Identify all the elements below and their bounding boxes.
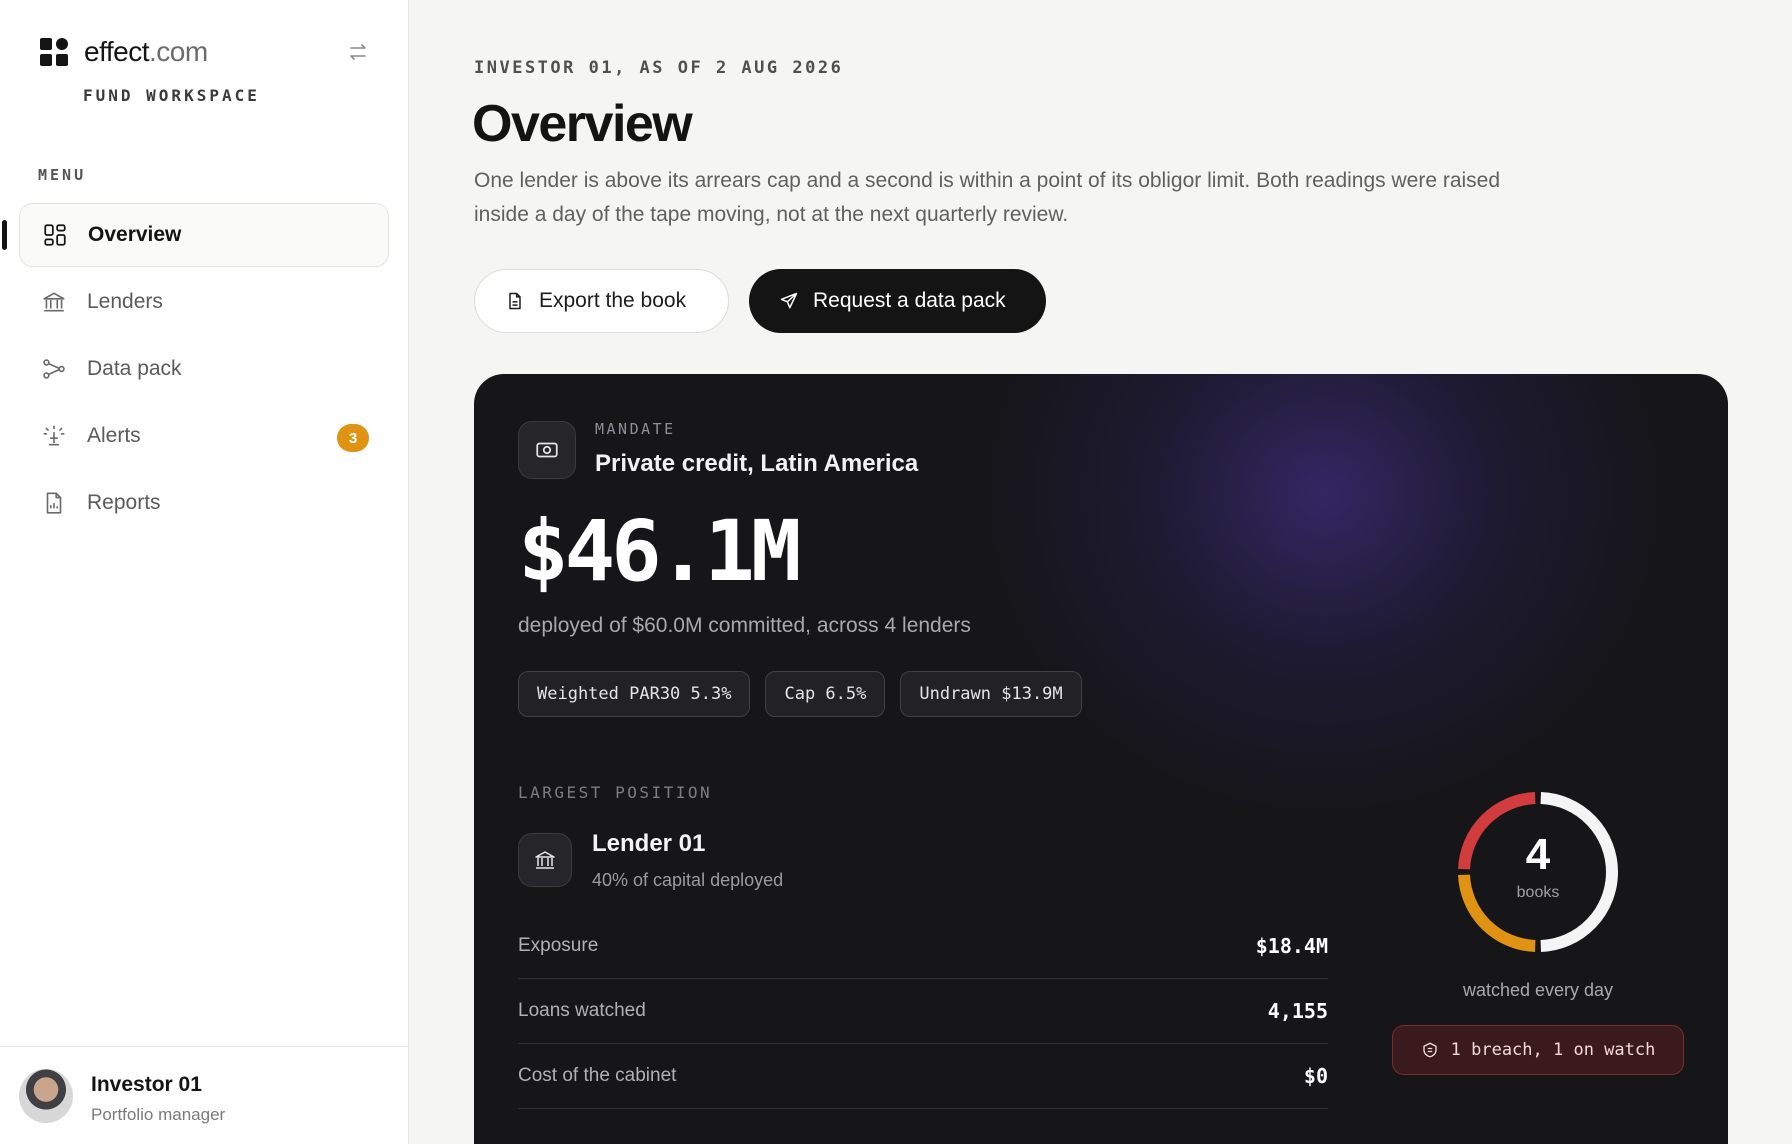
export-book-label: Export the book <box>539 289 687 312</box>
menu-label: MENU <box>38 166 87 184</box>
stat-label: Loans watched <box>518 1000 646 1021</box>
workspace-label: FUND WORKSPACE <box>83 86 260 105</box>
page-title: Overview <box>472 95 693 153</box>
send-icon <box>779 291 799 311</box>
mandate-label: MANDATE <box>595 420 676 438</box>
stat-row-loans-watched: Loans watched 4,155 <box>518 979 1328 1044</box>
request-data-pack-label: Request a data pack <box>813 289 1006 312</box>
chip-undrawn: Undrawn $13.9M <box>900 671 1082 717</box>
user-name: Investor 01 <box>91 1073 202 1096</box>
bank-icon <box>518 833 572 887</box>
grid-icon <box>42 222 68 248</box>
stat-value: 4,155 <box>1267 999 1328 1023</box>
lender-share: 40% of capital deployed <box>592 870 784 890</box>
stat-value: $18.4M <box>1255 934 1328 958</box>
stat-label: Cost of the cabinet <box>518 1065 677 1086</box>
user-profile[interactable]: Investor 01 Portfolio manager <box>0 1046 409 1144</box>
sidebar-item-reports[interactable]: Reports <box>19 471 389 535</box>
sidebar: effect.com FUND WORKSPACE MENU Overview … <box>0 0 409 1144</box>
sidebar-item-label: Lenders <box>87 290 163 313</box>
sidebar-item-overview[interactable]: Overview <box>2 203 389 267</box>
sidebar-item-label: Overview <box>88 223 182 246</box>
books-unit: books <box>1516 884 1560 901</box>
donut-caption: watched every day <box>1462 980 1614 1000</box>
card-glow <box>974 374 1674 824</box>
page-description: One lender is above its arrears cap and … <box>474 169 1501 226</box>
sidebar-item-label: Alerts <box>87 424 141 447</box>
export-book-button[interactable]: Export the book <box>474 269 729 333</box>
chip-weighted-par30: Weighted PAR30 5.3% <box>518 671 751 717</box>
cash-icon <box>518 421 576 479</box>
share-nodes-icon <box>41 356 67 382</box>
chip-cap: Cap 6.5% <box>765 671 886 717</box>
user-role: Portfolio manager <box>91 1105 226 1124</box>
alerts-count-badge: 3 <box>337 424 369 452</box>
position-stats: Exposure $18.4M Loans watched 4,155 Cost… <box>518 914 1328 1109</box>
brand-name: effect.com <box>84 36 208 68</box>
beacon-icon <box>41 423 67 449</box>
deployed-subtitle: deployed of $60.0M committed, across 4 l… <box>518 614 971 637</box>
lender-name[interactable]: Lender 01 <box>592 830 705 858</box>
sidebar-item-label: Reports <box>87 491 161 514</box>
shield-icon <box>1421 1041 1439 1059</box>
switch-workspace-icon[interactable] <box>346 40 370 64</box>
sidebar-item-label: Data pack <box>87 357 182 380</box>
report-file-icon <box>41 490 67 516</box>
bank-icon <box>41 289 67 315</box>
brand[interactable]: effect.com <box>40 36 208 68</box>
sidebar-item-lenders[interactable]: Lenders <box>19 270 389 334</box>
stat-value: $0 <box>1303 1064 1328 1088</box>
stat-label: Exposure <box>518 935 599 956</box>
avatar <box>19 1069 73 1123</box>
brand-logo-icon <box>40 38 68 66</box>
deployed-amount: $46.1M <box>518 502 801 600</box>
breach-watch-label: 1 breach, 1 on watch <box>1450 1040 1656 1060</box>
largest-position-label: LARGEST POSITION <box>518 783 713 802</box>
request-data-pack-button[interactable]: Request a data pack <box>749 269 1046 333</box>
sidebar-nav: Overview Lenders Data pack Alerts 3 Repo… <box>2 203 389 538</box>
breach-watch-pill[interactable]: 1 breach, 1 on watch <box>1392 1025 1684 1075</box>
stat-row-exposure: Exposure $18.4M <box>518 914 1328 979</box>
stat-row-cost: Cost of the cabinet $0 <box>518 1044 1328 1109</box>
document-icon <box>505 291 525 311</box>
brand-name-tld: .com <box>148 36 208 67</box>
sidebar-item-alerts[interactable]: Alerts 3 <box>19 404 389 468</box>
brand-name-main: effect <box>84 36 149 67</box>
books-count: 4 <box>1525 830 1551 879</box>
page-eyebrow: INVESTOR 01, AS OF 2 AUG 2026 <box>474 58 844 78</box>
metric-chips: Weighted PAR30 5.3% Cap 6.5% Undrawn $13… <box>518 671 1082 717</box>
sidebar-item-data-pack[interactable]: Data pack <box>19 337 389 401</box>
mandate-card: MANDATE Private credit, Latin America $4… <box>474 374 1728 1144</box>
mandate-value: Private credit, Latin America <box>595 450 919 477</box>
